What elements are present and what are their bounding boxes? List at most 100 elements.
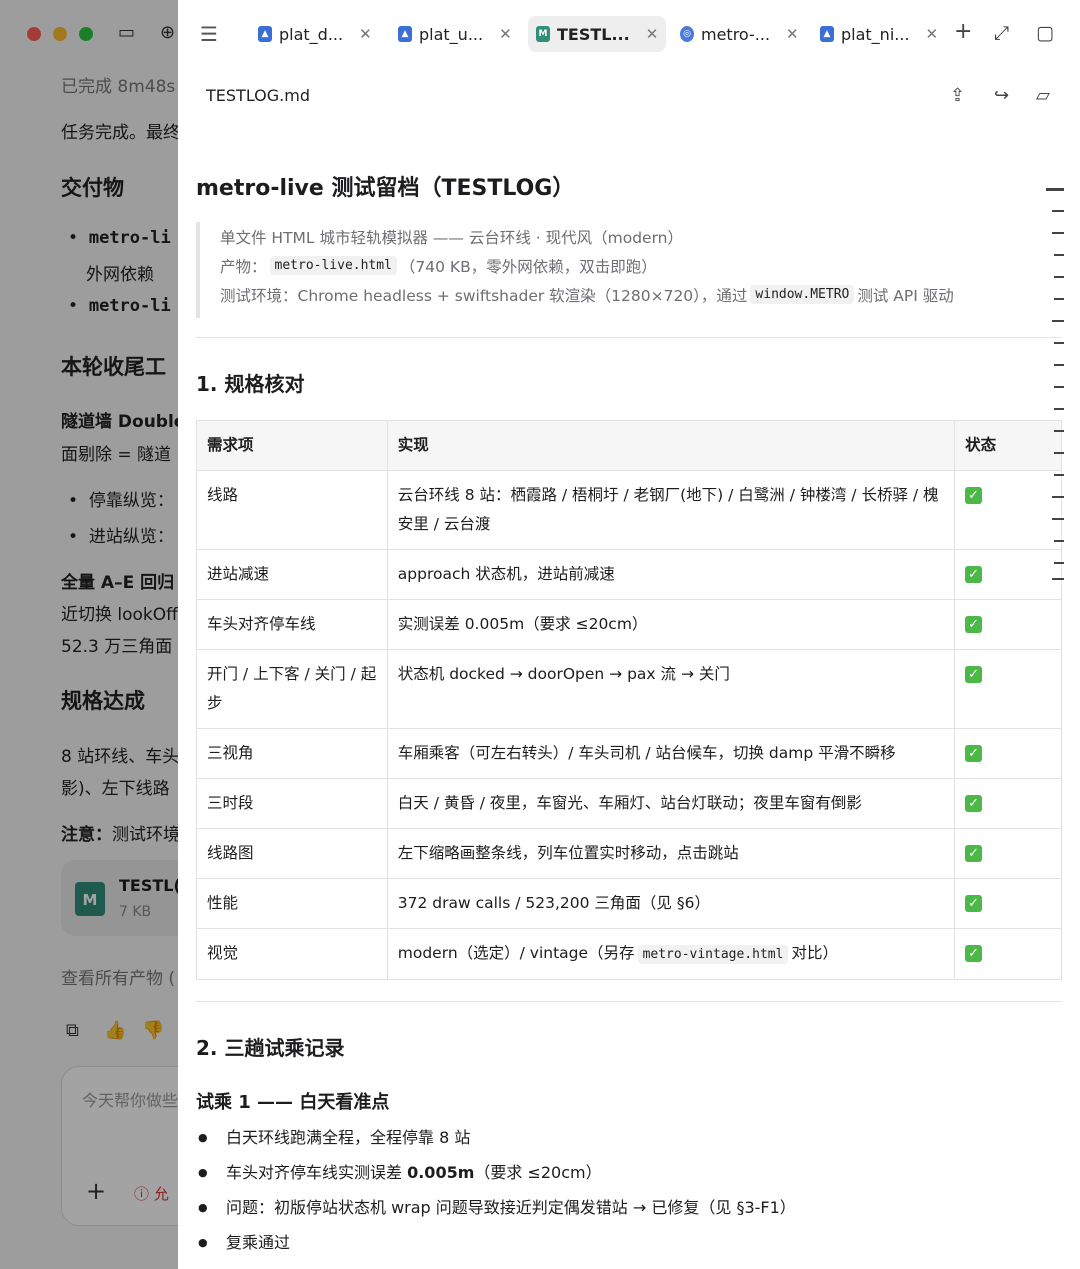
expand-icon[interactable]: ⤢ [994,22,1009,44]
cell-impl: 实测误差 0.005m（要求 ≤20cm） [386,599,956,650]
blockquote-line: 单文件 HTML 城市轻轨模拟器 —— 云台环线 · 现代风（modern） [220,228,684,247]
list-item: 车头对齐停车线实测误差 0.005m（要求 ≤20cm） [196,1155,796,1190]
cell-impl: modern（选定）/ vintage（另存 metro-vintage.html… [386,928,956,980]
cell-status: ✓ [954,470,1062,550]
tab-label: plat_ni... [841,24,910,44]
folder-icon[interactable]: ▱ [1036,85,1050,106]
chat-text: 任务完成。最终 [61,123,178,143]
check-icon: ✓ [965,566,983,583]
cell-impl: 372 draw calls / 523,200 三角面（见 §6） [386,878,956,929]
table-row: 性能 372 draw calls / 523,200 三角面（见 §6） ✓ [196,878,1062,929]
cell-item: 进站减速 [196,549,388,600]
section-heading: 2. 三趟试乘记录 [196,1036,345,1060]
table-row: 三时段 白天 / 黄昏 / 夜里，车窗光、车厢灯、站台灯联动；夜里车窗有倒影 ✓ [196,778,1062,829]
table-row: 车头对齐停车线 实测误差 0.005m（要求 ≤20cm） ✓ [196,599,1062,650]
close-icon[interactable]: ✕ [359,25,372,43]
table-row: 三视角 车厢乘客（可左右转头）/ 车头司机 / 站台候车，切换 damp 平滑不… [196,728,1062,779]
blockquote-line: 产物： metro-live.html （740 KB，零外网依赖，双击即跑） [220,256,657,276]
close-icon[interactable]: ✕ [926,25,939,43]
column-header: 需求项 [196,420,388,471]
table-row: 线路 云台环线 8 站：栖霞路 / 梧桐圩 / 老钢厂(地下) / 白鹭洲 / … [196,470,1062,550]
chat-input[interactable]: 今天帮你做些 + ⓘ 允 [61,1066,178,1226]
doc-title: metro-live 测试留档（TESTLOG） [196,176,575,201]
cell-impl: 白天 / 黄昏 / 夜里，车窗光、车厢灯、站台灯联动；夜里车窗有倒影 [386,778,956,829]
list-item: • 停靠纵览： [68,491,174,511]
cell-status: ✓ [954,649,1062,729]
editor-panel: ☰ ▲ plat_d... ✕ ▲ plat_u... ✕ M TESTL...… [178,0,1080,1269]
tab-metro[interactable]: ◎ metro-... ✕ [672,16,807,52]
close-window-button[interactable] [27,27,41,41]
list-item: 复乘通过 [196,1225,796,1260]
chat-text: 全量 A–E 回归 [61,573,175,593]
markdown-file-icon: M [536,26,550,42]
check-icon: ✓ [965,487,983,504]
divider [196,337,1062,338]
tab-plat-ni[interactable]: ▲ plat_ni... ✕ [812,16,946,52]
artifact-card[interactable]: M TESTL( 7 KB [61,860,178,936]
deliverable-item: • metro-li [68,296,171,316]
check-icon: ✓ [965,795,983,812]
close-icon[interactable]: ✕ [499,25,512,43]
thumbs-down-icon[interactable]: 👎 [142,1020,164,1041]
copy-icon[interactable]: ⧉ [66,1020,79,1041]
zoom-window-button[interactable] [79,27,93,41]
table-row: 线路图 左下缩略画整条线，列车位置实时移动，点击跳站 ✓ [196,828,1062,879]
new-chat-icon[interactable]: ⊕ [160,22,175,43]
cell-item: 线路 [196,470,388,550]
image-file-icon: ▲ [820,26,834,42]
table-row: 进站减速 approach 状态机，进站前减速 ✓ [196,549,1062,600]
panel-toggle-icon[interactable]: ▢ [1036,22,1054,44]
chat-text: 面剔除 = 隧道 [61,445,172,465]
tab-testlog[interactable]: M TESTL... ✕ [528,16,667,52]
upload-icon[interactable]: ⇪ [950,85,965,106]
check-icon: ✓ [965,666,983,683]
note-line: 注意：测试环境 [61,825,178,845]
list-item: 白天环线跑满全程，全程停靠 8 站 [196,1120,796,1155]
deliverable-sub: 外网依赖 [86,265,154,285]
cell-item: 三时段 [196,778,388,829]
check-icon: ✓ [965,895,983,912]
cell-status: ✓ [954,828,1062,879]
tab-label: metro-... [701,24,771,44]
task-status: 已完成 8m48s [61,77,176,97]
cell-item: 车头对齐停车线 [196,599,388,650]
tab-plat-u[interactable]: ▲ plat_u... ✕ [390,16,520,52]
cell-status: ✓ [954,599,1062,650]
deliverable-item: • metro-li [68,228,171,248]
chat-panel: ▭ ⊕ 已完成 8m48s 任务完成。最终 交付物 • metro-li 外网依… [0,0,178,1269]
close-icon[interactable]: ✕ [786,25,799,43]
cell-status: ✓ [954,778,1062,829]
new-tab-icon[interactable]: + [954,19,972,44]
column-header: 状态 [954,420,1062,471]
file-name: TESTLOG.md [206,86,310,105]
chat-text: 近切换 lookOff [61,605,178,625]
tab-label: plat_d... [279,24,344,44]
view-all-artifacts-link[interactable]: 查看所有产物 ( [61,964,175,989]
inline-code: metro-live.html [269,256,397,275]
list-item: • 进站纵览： [68,527,174,547]
section-heading: 1. 规格核对 [196,372,305,396]
spec-heading: 规格达成 [61,689,145,713]
tab-label: TESTL... [557,24,630,44]
image-file-icon: ▲ [398,26,412,42]
menu-icon[interactable]: ☰ [200,22,218,46]
minimize-window-button[interactable] [53,27,67,41]
thumbs-up-icon[interactable]: 👍 [104,1020,126,1041]
add-attachment-icon[interactable]: + [86,1177,106,1205]
cell-status: ✓ [954,878,1062,929]
close-icon[interactable]: ✕ [646,25,659,43]
cell-item: 开门 / 上下客 / 关门 / 起步 [196,649,388,729]
chat-text: 隧道墙 Double [61,412,178,432]
cell-status: ✓ [954,728,1062,779]
permission-indicator[interactable]: ⓘ 允 [134,1183,169,1204]
table-header-row: 需求项 实现 状态 [196,420,1062,471]
blockquote: 单文件 HTML 城市轻轨模拟器 —— 云台环线 · 现代风（modern） 产… [196,222,1062,318]
cell-item: 视觉 [196,928,388,980]
share-icon[interactable]: ↪ [994,85,1009,106]
chat-text: 影)、左下线路 [61,779,170,799]
sidebar-toggle-icon[interactable]: ▭ [118,22,135,43]
tab-bar: ☰ ▲ plat_d... ✕ ▲ plat_u... ✕ M TESTL...… [178,0,1080,68]
chat-text: 8 站环线、车头 [61,747,178,767]
cell-impl: 云台环线 8 站：栖霞路 / 梧桐圩 / 老钢厂(地下) / 白鹭洲 / 钟楼湾… [386,470,956,550]
tab-plat-d[interactable]: ▲ plat_d... ✕ [250,16,380,52]
